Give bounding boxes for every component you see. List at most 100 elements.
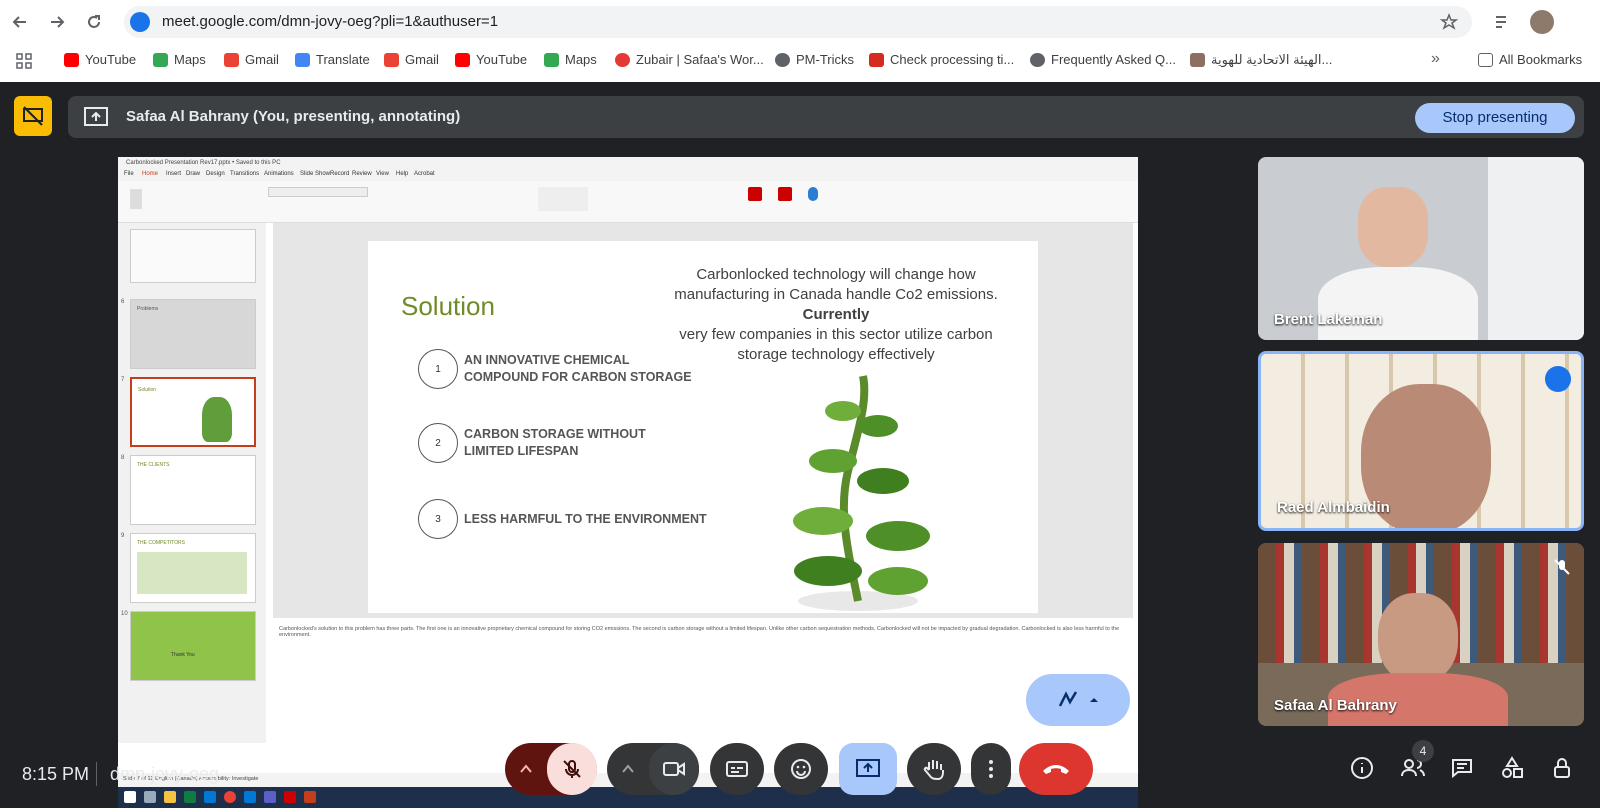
bookmark-item[interactable]: Translate (295, 52, 370, 67)
menu-draw[interactable]: Draw (186, 171, 200, 177)
closed-captions-icon (726, 761, 748, 777)
menu-design[interactable]: Design (206, 171, 225, 177)
bookmark-item[interactable]: Maps (544, 52, 597, 67)
shared-screen[interactable]: Carbonlocked Presentation Rev17.pptx • S… (118, 157, 1138, 808)
menu-animations[interactable]: Animations (264, 171, 294, 177)
present-screen-icon (856, 759, 880, 777)
stop-share-icon (23, 106, 43, 126)
pdf-icon[interactable] (748, 187, 762, 201)
solution-item[interactable]: 3 LESS HARMFUL TO THE ENVIRONMENT (418, 499, 724, 539)
thumb-number: 8 (121, 455, 125, 461)
forward-arrow-icon (51, 16, 65, 28)
solution-item[interactable]: 1 AN INNOVATIVE CHEMICAL COMPOUND FOR CA… (418, 349, 694, 389)
bookmark-item[interactable]: Check processing ti... (869, 52, 1014, 67)
stop-presenting-button[interactable]: Stop presenting (1415, 103, 1575, 133)
bookmark-star-icon[interactable] (1440, 13, 1458, 31)
menu-help[interactable]: Help (396, 171, 408, 177)
apps-grid-icon[interactable] (16, 53, 32, 69)
host-controls-lock-icon[interactable] (1550, 756, 1574, 780)
more-options-button[interactable] (971, 743, 1011, 795)
address-bar[interactable]: meet.google.com/dmn-jovy-oeg?pli=1&authu… (124, 6, 1472, 38)
slide-editor-canvas[interactable]: Solution Carbonlocked technology will ch… (273, 223, 1133, 618)
thumb-number: 6 (121, 299, 125, 305)
participant-tile-active-speaker[interactable]: Raed Almbaidin (1258, 351, 1584, 531)
menu-review[interactable]: Review (352, 171, 372, 177)
bookmark-item[interactable]: YouTube (64, 52, 136, 67)
raise-hand-button[interactable] (907, 743, 961, 795)
current-slide[interactable]: Solution Carbonlocked technology will ch… (368, 241, 1038, 613)
participant-face (1358, 187, 1428, 267)
bookmark-item[interactable]: Frequently Asked Q... (1030, 52, 1176, 67)
slide-description[interactable]: Carbonlocked technology will change how … (666, 265, 1006, 365)
forward-button[interactable] (45, 10, 69, 34)
paste-icon[interactable] (130, 189, 142, 209)
slide-title[interactable]: Solution (401, 291, 495, 322)
bookmarks-bar: YouTube Maps Gmail Translate Gmail YouTu… (0, 44, 1600, 78)
maple-leaf-icon (869, 52, 884, 67)
menu-file[interactable]: File (124, 171, 134, 177)
slide-thumbnail-selected[interactable]: Solution (130, 377, 256, 447)
chevron-up-icon (520, 764, 532, 773)
solution-item[interactable]: 2 CARBON STORAGE WITHOUT LIMITED LIFESPA… (418, 423, 694, 463)
menu-slideshow[interactable]: Slide Show (300, 171, 330, 177)
slide-thumbnail[interactable]: Problems (130, 299, 256, 369)
bookmark-item[interactable]: PM-Tricks (775, 52, 854, 67)
presenting-banner: Safaa Al Bahrany (You, presenting, annot… (68, 96, 1584, 138)
bookmark-item[interactable]: Maps (153, 52, 206, 67)
media-control-icon[interactable] (1493, 12, 1513, 32)
divider (96, 762, 97, 786)
powerpoint-ribbon[interactable] (118, 181, 1138, 223)
camera-toggle-button[interactable] (649, 743, 699, 795)
all-bookmarks[interactable]: All Bookmarks (1478, 52, 1582, 67)
back-button[interactable] (8, 10, 32, 34)
present-screen-button[interactable] (839, 743, 897, 795)
bookmark-item[interactable]: الهيئة الاتحادية للهوية... (1190, 52, 1332, 68)
more-bookmarks-chevron-icon[interactable]: » (1431, 50, 1440, 68)
slide-thumbnail[interactable]: THE CLIENTS (130, 455, 256, 525)
shapes-gallery[interactable] (538, 187, 588, 211)
menu-home[interactable]: Home (142, 171, 158, 177)
menu-record[interactable]: Record (330, 171, 349, 177)
pdf-outlook-icon[interactable] (778, 187, 792, 201)
annotation-toolbar-button[interactable] (1026, 674, 1130, 726)
powerpoint-titlebar: Carbonlocked Presentation Rev17.pptx • S… (118, 157, 1138, 171)
participant-tile[interactable]: Brent Lakeman (1258, 157, 1584, 340)
bookmark-item[interactable]: Gmail (384, 52, 439, 67)
maps-icon (153, 52, 168, 67)
gmail-icon (224, 52, 239, 67)
globe-icon (1030, 52, 1045, 67)
meet-site-icon (130, 12, 150, 32)
participant-name: Brent Lakeman (1274, 311, 1383, 328)
meeting-info-icon[interactable] (1350, 756, 1374, 780)
thumb-number: 7 (121, 377, 125, 383)
bookmark-item[interactable]: Gmail (224, 52, 279, 67)
bookmark-item[interactable]: YouTube (455, 52, 527, 67)
menu-acrobat[interactable]: Acrobat (414, 171, 435, 177)
slide-thumbnails[interactable]: 6 Problems 7 Solution 8 THE CLIENTS 9 TH… (118, 223, 266, 743)
participant-shirt (1318, 267, 1478, 340)
activities-icon[interactable] (1500, 756, 1524, 780)
presenting-text: Safaa Al Bahrany (You, presenting, annot… (126, 108, 461, 125)
powerpoint-menu: File Home Insert Draw Design Transitions… (118, 171, 1138, 181)
reload-button[interactable] (82, 10, 106, 34)
menu-transitions[interactable]: Transitions (230, 171, 259, 177)
slide-thumbnail[interactable] (130, 229, 256, 283)
mic-muted-icon (1554, 559, 1570, 575)
reactions-button[interactable] (774, 743, 828, 795)
bookmark-item[interactable]: Zubair | Safaa's Wor... (615, 52, 764, 67)
slide-thumbnail[interactable]: THE COMPETITORS (130, 533, 256, 603)
chat-icon[interactable] (1450, 756, 1474, 780)
microphone-toggle-button[interactable] (547, 743, 597, 795)
reload-icon (88, 15, 100, 28)
profile-avatar[interactable] (1530, 10, 1554, 34)
menu-insert[interactable]: Insert (166, 171, 181, 177)
menu-view[interactable]: View (376, 171, 389, 177)
dictate-icon[interactable] (808, 187, 818, 201)
font-box[interactable] (268, 187, 368, 197)
slide-thumbnail[interactable]: Thank You (130, 611, 256, 681)
captions-button[interactable] (710, 743, 764, 795)
leave-call-button[interactable] (1019, 743, 1093, 795)
participant-tile[interactable]: Safaa Al Bahrany (1258, 543, 1584, 726)
presentation-indicator[interactable] (14, 96, 52, 136)
more-vertical-icon (989, 760, 993, 778)
